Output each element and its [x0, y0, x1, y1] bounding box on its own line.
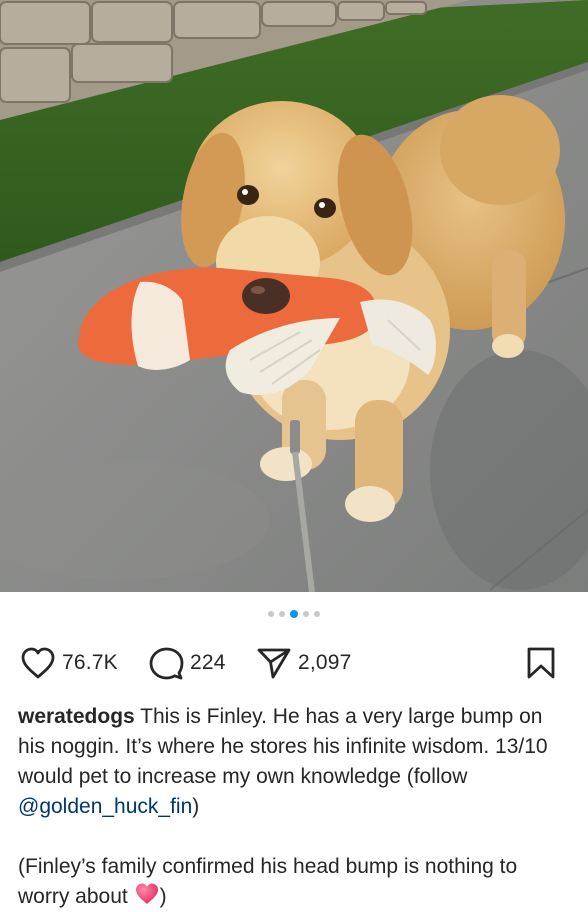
instagram-post: 76.7K 224 2,097 weratedogs This is Finle…: [0, 0, 588, 912]
dog-photo-illustration: [0, 0, 588, 592]
caption-mention-link[interactable]: @golden_huck_fin: [18, 795, 192, 818]
post-action-bar: 76.7K 224 2,097: [0, 645, 588, 681]
carousel-indicator: [0, 610, 588, 618]
caption-paragraph: weratedogs This is Finley. He has a very…: [18, 702, 574, 822]
post-caption: weratedogs This is Finley. He has a very…: [18, 702, 574, 912]
comment-count[interactable]: 224: [190, 651, 226, 675]
carousel-dot: [303, 611, 309, 617]
post-photo[interactable]: [0, 0, 588, 592]
share-button[interactable]: 2,097: [256, 645, 352, 681]
carousel-dot: [279, 611, 285, 617]
caption-username[interactable]: weratedogs: [18, 705, 135, 728]
caption-text-2: (Finley’s family confirmed his head bump…: [18, 855, 518, 908]
save-button[interactable]: [524, 645, 558, 681]
caption-text-end: ): [192, 795, 200, 818]
comment-icon: [149, 647, 184, 680]
caption-text-2-end: ): [159, 885, 167, 908]
red-heart-emoji-icon: [134, 882, 160, 912]
like-count[interactable]: 76.7K: [62, 651, 118, 675]
like-button[interactable]: 76.7K: [20, 645, 118, 681]
carousel-dot: [268, 611, 274, 617]
caption-paragraph-2: (Finley’s family confirmed his head bump…: [18, 852, 574, 912]
paper-plane-icon: [257, 648, 291, 679]
share-count[interactable]: 2,097: [298, 651, 352, 675]
heart-icon: [21, 647, 55, 679]
carousel-dot-active: [290, 610, 298, 618]
carousel-dot: [314, 611, 320, 617]
bookmark-icon: [527, 647, 555, 679]
comment-button[interactable]: 224: [148, 645, 226, 681]
